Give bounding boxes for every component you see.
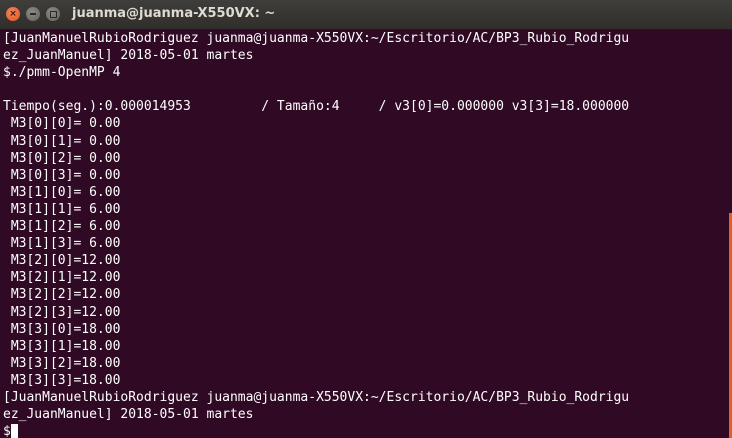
terminal-line: M3[1][1]= 6.00: [3, 201, 121, 217]
terminal-line: M3[0][2]= 0.00: [3, 150, 121, 166]
minimize-button[interactable]: [26, 7, 40, 21]
terminal-line: M3[0][1]= 0.00: [3, 133, 121, 149]
terminal-line: [JuanManuelRubioRodriguez juanma@juanma-…: [3, 31, 630, 46]
maximize-icon: [50, 11, 57, 18]
terminal-line: Tiempo(seg.):0.000014953 / Tamaño:4 / v3…: [3, 99, 630, 115]
terminal-line: M3[2][2]=12.00: [3, 287, 121, 303]
terminal-line: M3[3][3]=18.00: [3, 372, 121, 388]
terminal-line: ez_JuanManuel] 2018-05-01 martes: [3, 407, 254, 423]
terminal-line: ez_JuanManuel] 2018-05-01 martes: [3, 48, 254, 64]
terminal-line: M3[3][0]=18.00: [3, 321, 121, 337]
terminal-line: M3[0][3]= 0.00: [3, 167, 121, 183]
terminal-line: $./pmm-OpenMP 4: [3, 65, 121, 81]
prompt-line[interactable]: $: [3, 423, 725, 438]
minimize-icon: [30, 13, 36, 15]
terminal-line: M3[1][3]= 6.00: [3, 236, 121, 252]
prompt-symbol: $: [3, 424, 11, 438]
terminal-window: × juanma@juanma-X550VX: ~ [JuanManuelRub…: [0, 0, 732, 438]
window-title: juanma@juanma-X550VX: ~: [72, 6, 276, 21]
terminal-line: M3[3][2]=18.00: [3, 355, 121, 371]
close-icon: ×: [9, 9, 17, 19]
close-button[interactable]: ×: [6, 7, 20, 21]
maximize-button[interactable]: [46, 7, 60, 21]
terminal-line: M3[1][0]= 6.00: [3, 184, 121, 200]
terminal-line: M3[3][1]=18.00: [3, 338, 121, 354]
terminal-line: M3[2][3]=12.00: [3, 304, 121, 320]
terminal-line: M3[1][2]= 6.00: [3, 219, 121, 235]
terminal-line: M3[2][1]=12.00: [3, 270, 121, 286]
terminal-line: [JuanManuelRubioRodriguez juanma@juanma-…: [3, 389, 630, 405]
terminal-line: M3[2][0]=12.00: [3, 253, 121, 269]
terminal-line: M3[0][0]= 0.00: [3, 116, 121, 132]
text-cursor: [10, 424, 18, 438]
terminal-output[interactable]: [JuanManuelRubioRodriguez juanma@juanma-…: [3, 30, 725, 438]
title-bar[interactable]: × juanma@juanma-X550VX: ~: [0, 0, 732, 30]
